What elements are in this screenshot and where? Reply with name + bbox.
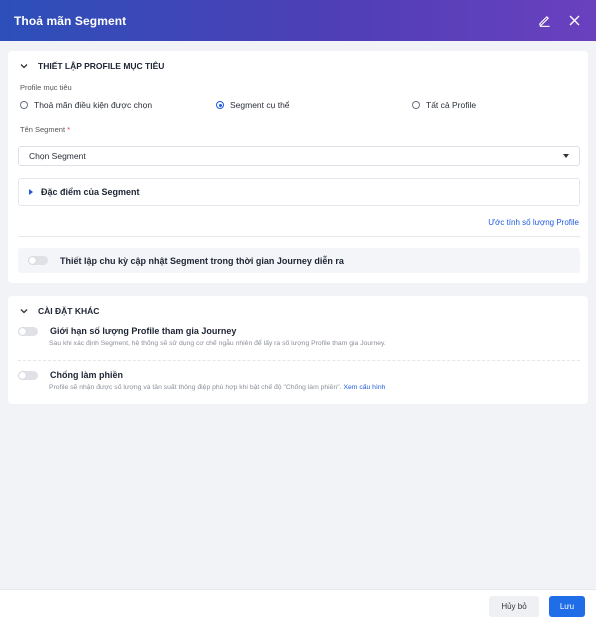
caret-down-icon — [563, 154, 569, 158]
modal-footer: Hủy bỏ Lưu — [0, 589, 596, 620]
divider — [18, 360, 580, 361]
close-icon[interactable] — [566, 13, 582, 29]
other-settings-section: CÀI ĐẶT KHÁC Giới hạn số lượng Profile t… — [8, 296, 588, 404]
segment-name-label-text: Tên Segment — [20, 125, 66, 134]
other-settings-section-header[interactable]: CÀI ĐẶT KHÁC — [20, 306, 99, 316]
limit-profile-label: Giới hạn số lượng Profile tham gia Journ… — [50, 326, 237, 336]
segment-select-value: Chọn Segment — [29, 151, 86, 161]
section-title: CÀI ĐẶT KHÁC — [38, 306, 100, 316]
chevron-down-icon — [20, 306, 30, 316]
radio-circle-checked — [216, 101, 224, 109]
divider — [18, 236, 580, 237]
modal-title: Thoả mãn Segment — [14, 13, 127, 28]
limit-profile-description: Sau khi xác định Segment, hệ thống sẽ sử… — [49, 340, 386, 347]
segment-select[interactable]: Chọn Segment — [18, 146, 580, 166]
anti-spam-label: Chống làm phiền — [50, 370, 123, 380]
section-title: THIẾT LẬP PROFILE MỤC TIÊU — [38, 61, 165, 71]
limit-profile-option: Giới hạn số lượng Profile tham gia Journ… — [18, 326, 580, 347]
anti-spam-description-row: Profile sẽ nhận được số lượng và tần suấ… — [49, 384, 580, 391]
target-profile-section-header[interactable]: THIẾT LẬP PROFILE MỤC TIÊU — [20, 61, 164, 71]
target-profile-section: THIẾT LẬP PROFILE MỤC TIÊU Profile mục t… — [8, 51, 588, 283]
chevron-down-icon — [20, 61, 30, 71]
anti-spam-option: Chống làm phiền Profile sẽ nhận được số … — [18, 370, 580, 391]
view-config-link[interactable]: Xem cấu hình — [343, 384, 385, 391]
radio-all-profiles[interactable]: Tất cả Profile — [412, 100, 476, 110]
radio-label: Segment cụ thể — [230, 100, 290, 110]
save-button[interactable]: Lưu — [549, 596, 585, 617]
limit-profile-toggle[interactable] — [18, 326, 38, 336]
profile-target-label: Profile mục tiêu — [20, 83, 72, 92]
radio-circle — [20, 101, 28, 109]
radio-condition[interactable]: Thoả mãn điều kiện được chọn — [20, 100, 152, 110]
segment-schedule-row: Thiết lập chu kỳ cập nhật Segment trong … — [18, 248, 580, 273]
radio-circle — [412, 101, 420, 109]
profile-target-radio-group: Thoả mãn điều kiện được chọn Segment cụ … — [20, 100, 580, 112]
schedule-toggle-label: Thiết lập chu kỳ cập nhật Segment trong … — [60, 255, 344, 266]
pencil-icon[interactable] — [536, 13, 552, 29]
segment-features-label: Đặc điểm của Segment — [41, 187, 140, 197]
anti-spam-description: Profile sẽ nhận được số lượng và tần suấ… — [49, 384, 342, 391]
estimate-profile-link[interactable]: Ước tính số lượng Profile — [488, 218, 579, 227]
schedule-toggle[interactable] — [28, 256, 48, 265]
segment-features-panel[interactable]: Đặc điểm của Segment — [18, 178, 580, 206]
radio-label: Tất cả Profile — [426, 100, 477, 110]
modal-body: THIẾT LẬP PROFILE MỤC TIÊU Profile mục t… — [0, 41, 596, 589]
caret-right-icon — [29, 189, 33, 195]
radio-label: Thoả mãn điều kiện được chọn — [34, 100, 153, 110]
modal-header: Thoả mãn Segment — [0, 0, 596, 41]
segment-name-label: Tên Segment * — [20, 125, 70, 134]
required-mark: * — [67, 125, 71, 134]
radio-specific-segment[interactable]: Segment cụ thể — [216, 100, 290, 110]
cancel-button[interactable]: Hủy bỏ — [489, 596, 539, 617]
anti-spam-toggle[interactable] — [18, 370, 38, 380]
